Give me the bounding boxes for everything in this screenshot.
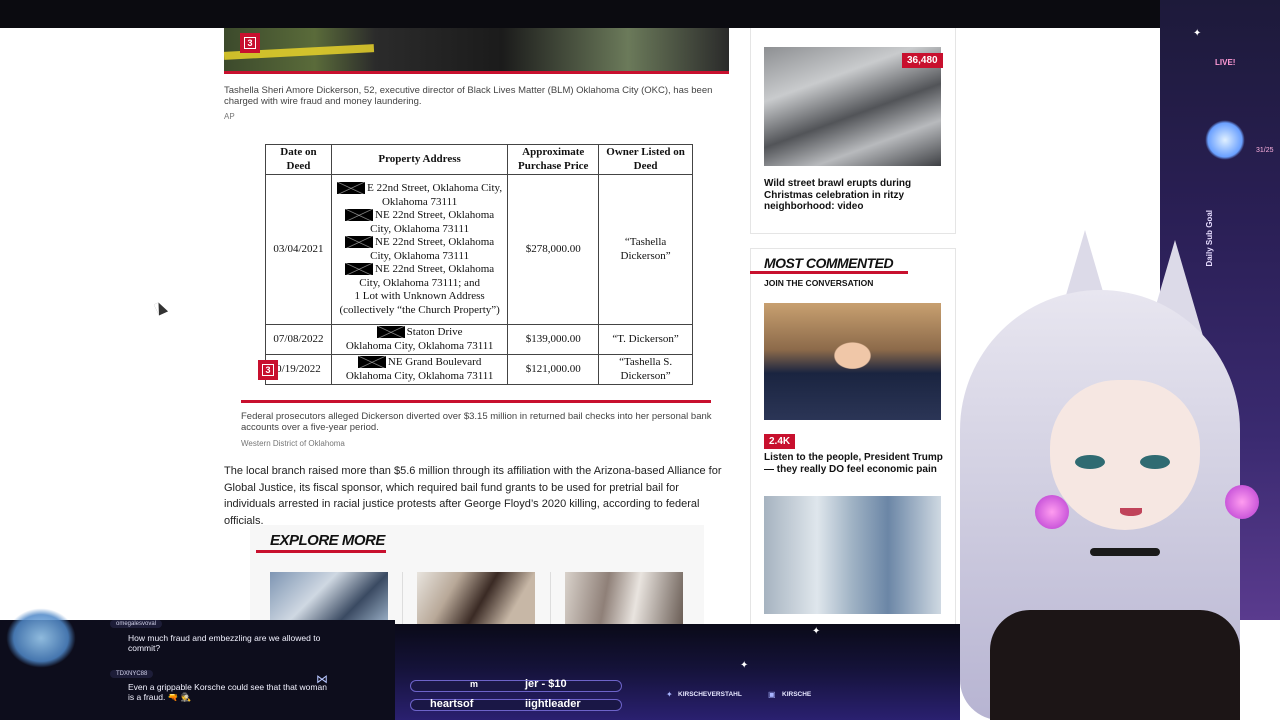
address-line: Oklahoma City, Oklahoma 73111 <box>345 369 494 382</box>
cell-address: E 22nd Street, Oklahoma City, Oklahoma 7… <box>330 174 509 325</box>
explore-more-title: EXPLORE MORE <box>270 532 385 549</box>
cell-price: $121,000.00 <box>507 354 600 385</box>
redaction-mark <box>376 326 405 339</box>
header-owner: Owner Listed on Deed <box>598 144 693 175</box>
story-headline-link[interactable]: Listen to the people, President Trump — … <box>764 452 944 475</box>
table-caption: Federal prosecutors alleged Dickerson di… <box>241 411 712 433</box>
story-thumbnail[interactable] <box>764 303 941 420</box>
address-line: NE 22nd Street, Oklahoma City, Oklahoma … <box>335 263 504 290</box>
chat-message: Even a grippable Korsche could see that … <box>128 682 327 702</box>
flower-icon <box>1225 485 1259 519</box>
address-line: NE 22nd Street, Oklahoma City, Oklahoma … <box>335 209 504 236</box>
cell-price: $278,000.00 <box>507 174 600 325</box>
redaction-mark <box>357 356 386 369</box>
gallery-count-text: 3 <box>244 37 256 49</box>
bow-icon: ⋈ <box>316 672 328 686</box>
divider <box>402 572 403 624</box>
chat-bubble-icon: ▣ <box>768 690 776 699</box>
ticker-text: m <box>470 679 479 689</box>
redaction-mark <box>345 209 374 222</box>
twitter-icon: ✦ <box>666 690 673 699</box>
table-row: 0/19/2022 NE Grand Boulevard Oklahoma Ci… <box>265 354 693 385</box>
cell-owner: “Tashella S. Dickerson” <box>598 354 693 385</box>
join-conversation-label: JOIN THE CONVERSATION <box>764 278 874 288</box>
live-label: LIVE! <box>1215 58 1236 67</box>
comment-count-badge[interactable]: 2.4K <box>764 434 796 449</box>
article-paragraph: The local branch raised more than $5.6 m… <box>224 465 722 527</box>
header-date: Date on Deed <box>265 144 332 175</box>
mouse-cursor-icon <box>153 300 169 316</box>
cell-date: 03/04/2021 <box>265 174 332 325</box>
cell-address: NE Grand Boulevard Oklahoma City, Oklaho… <box>330 354 509 385</box>
table-credit: Western District of Oklahoma <box>241 439 345 448</box>
chat-username: TDXNYC88 <box>110 670 154 678</box>
divider <box>550 572 551 624</box>
explore-thumbnail[interactable] <box>565 572 683 624</box>
table-header-row: Date on Deed Property Address Approximat… <box>265 144 693 175</box>
redaction-mark <box>345 263 374 276</box>
avatar-eye <box>1140 455 1170 469</box>
address-line: Oklahoma City, Oklahoma 73111 <box>345 339 494 352</box>
photo-caption: Tashella Sheri Amore Dickerson, 52, exec… <box>224 85 713 107</box>
cell-owner: “T. Dickerson” <box>598 324 693 355</box>
comment-count-badge[interactable]: 36,480 <box>902 53 943 68</box>
top-black-bar <box>0 0 1280 28</box>
address-line: Staton Drive <box>335 326 504 340</box>
redaction-mark <box>337 182 366 195</box>
address-line: E 22nd Street, Oklahoma City, Oklahoma 7… <box>335 182 504 209</box>
avatar-body <box>990 610 1240 720</box>
orb-icon <box>1205 120 1245 160</box>
social-handle: KIRSCHE <box>782 691 812 698</box>
star-icon: ✦ <box>812 626 821 637</box>
avatar-mouth <box>1120 508 1142 516</box>
address-line: 1 Lot with Unknown Address (collectively… <box>339 290 500 316</box>
cell-owner: “Tashella Dickerson” <box>598 174 693 325</box>
social-handle: KIRSCHEVERSTAHL <box>678 691 742 698</box>
address-line: NE Grand Boulevard <box>335 356 504 370</box>
most-commented-underline <box>750 271 908 274</box>
redaction-mark <box>345 236 374 249</box>
header-price: Approximate Purchase Price <box>507 144 600 175</box>
avatar-eye <box>1075 455 1105 469</box>
article-hero-image[interactable] <box>223 28 729 74</box>
chat-message: How much fraud and embezzling are we all… <box>128 633 321 653</box>
flower-icon <box>1035 495 1069 529</box>
chat-username: omegalesvoval <box>110 620 163 628</box>
gallery-count-badge[interactable]: 3 <box>240 33 260 53</box>
cell-date: 07/08/2022 <box>265 324 332 355</box>
sub-goal-count: 31/25 <box>1256 147 1274 154</box>
explore-thumbnail[interactable] <box>417 572 535 624</box>
header-address: Property Address <box>330 144 509 175</box>
ticker-text: jer - $10 <box>525 678 567 690</box>
story-thumbnail[interactable] <box>764 496 941 614</box>
property-deed-table[interactable]: Date on Deed Property Address Approximat… <box>265 144 693 385</box>
star-icon: ✦ <box>740 660 749 671</box>
donation-ticker <box>410 680 622 692</box>
explore-more-underline <box>256 550 386 553</box>
ticker-text: iightleader <box>525 698 581 710</box>
gallery-count-badge[interactable]: 3 <box>258 360 278 380</box>
table-row: 03/04/2021 E 22nd Street, Oklahoma City,… <box>265 174 693 325</box>
star-icon: ✦ <box>1193 28 1202 39</box>
cell-address: Staton Drive Oklahoma City, Oklahoma 731… <box>330 324 509 355</box>
gallery-count-text: 3 <box>262 364 274 376</box>
most-commented-title: MOST COMMENTED <box>764 255 894 271</box>
explore-thumbnail[interactable] <box>270 572 388 624</box>
story-headline-link[interactable]: Wild street brawl erupts during Christma… <box>764 178 944 213</box>
ticker-text: heartsof <box>430 698 474 710</box>
chat-mascot-icon <box>6 608 76 668</box>
photo-credit: AP <box>224 112 235 121</box>
caption-divider <box>241 400 711 403</box>
cell-price: $139,000.00 <box>507 324 600 355</box>
table-row: 07/08/2022 Staton Drive Oklahoma City, O… <box>265 324 693 355</box>
address-line: NE 22nd Street, Oklahoma City, Oklahoma … <box>335 236 504 263</box>
avatar-choker <box>1090 548 1160 556</box>
vtuber-avatar <box>940 230 1260 720</box>
